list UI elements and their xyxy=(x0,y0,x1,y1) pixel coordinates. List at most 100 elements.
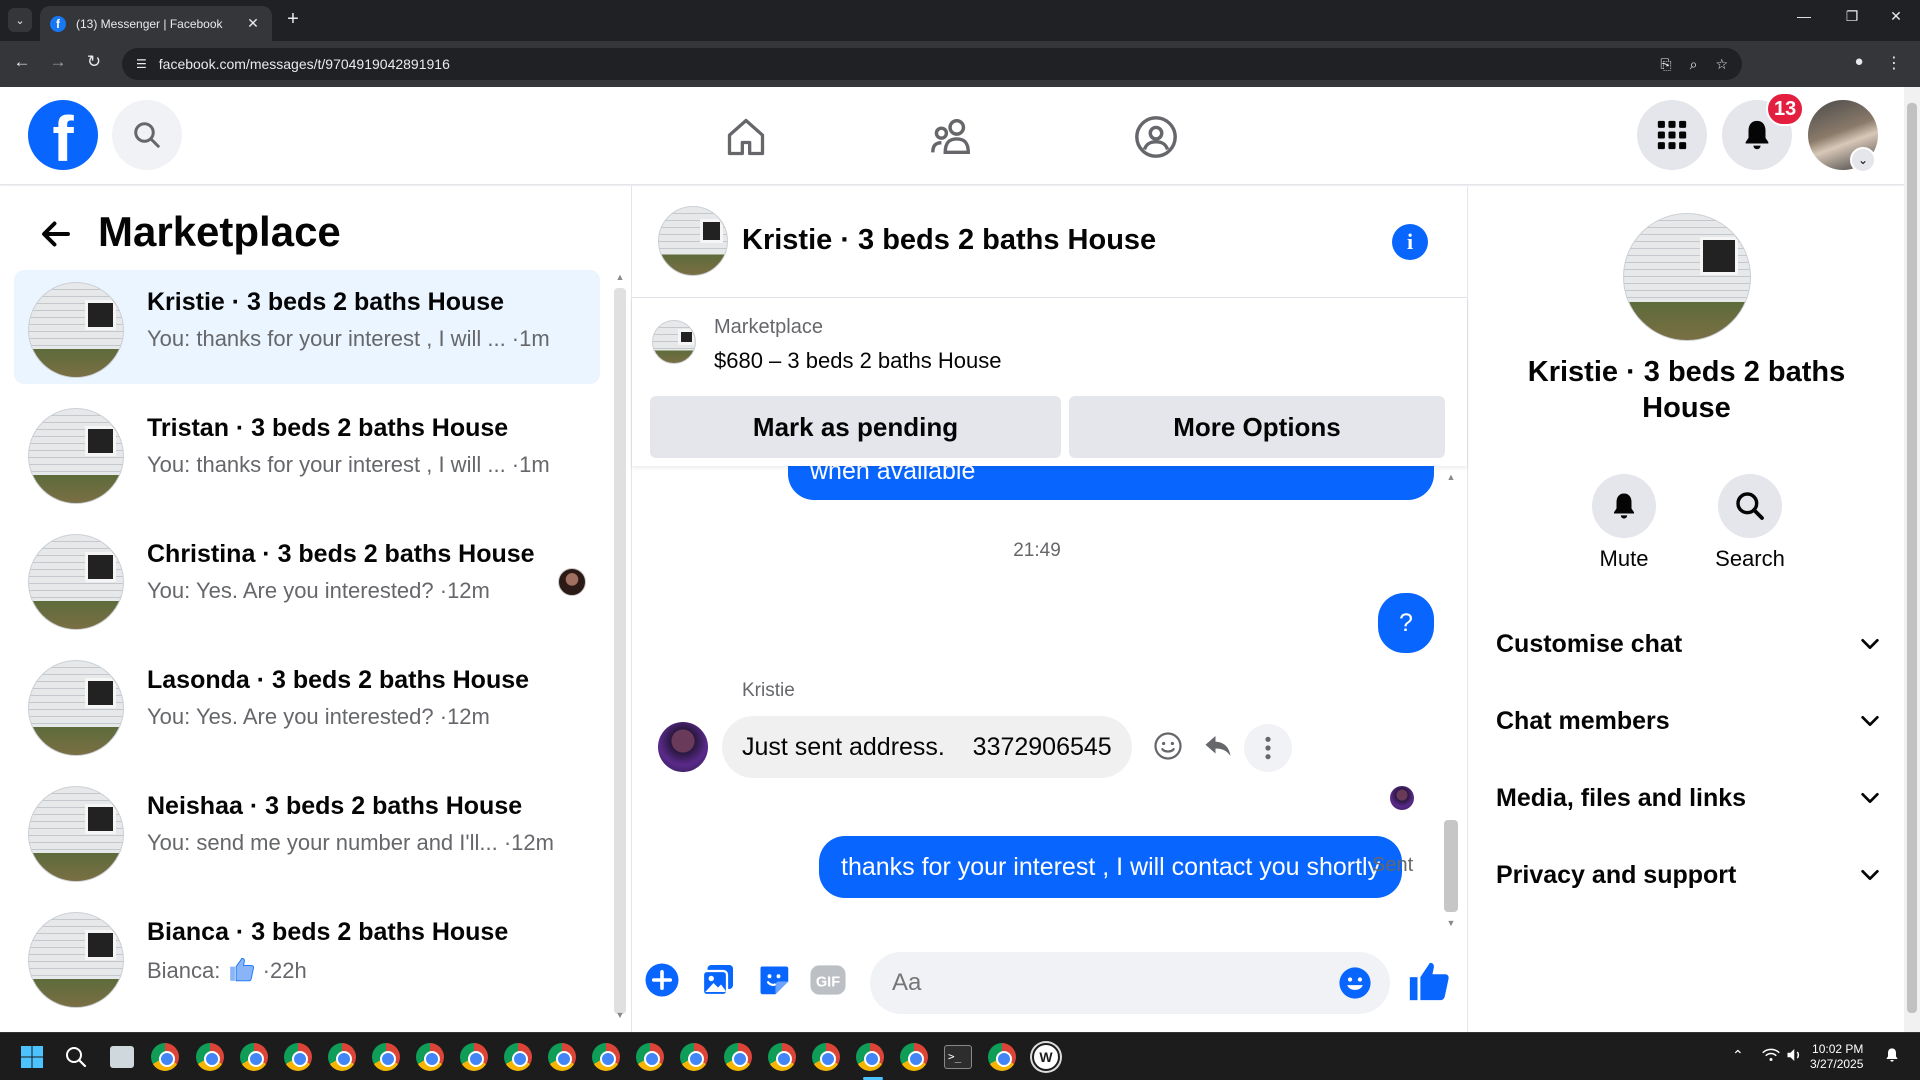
mark-as-pending-button[interactable]: Mark as pending xyxy=(650,396,1061,458)
chrome-taskbar-icon[interactable] xyxy=(196,1043,224,1071)
sender-avatar[interactable] xyxy=(658,722,708,772)
back-icon[interactable]: ← xyxy=(10,52,34,72)
scrollbar-thumb[interactable] xyxy=(1907,103,1917,1013)
volume-icon[interactable] xyxy=(1786,1047,1804,1066)
facebook-logo-icon[interactable]: f xyxy=(28,100,98,170)
minimize-icon[interactable]: — xyxy=(1784,8,1824,24)
conversation-item[interactable]: Neishaa · 3 beds 2 baths House You: send… xyxy=(14,774,600,888)
outgoing-message-bubble[interactable]: thanks for your interest , I will contac… xyxy=(819,836,1403,898)
search-in-chat-button[interactable]: Search xyxy=(1700,474,1800,572)
sticker-icon[interactable] xyxy=(754,960,794,1000)
friends-icon[interactable] xyxy=(921,107,981,167)
conversation-item[interactable]: Tristan · 3 beds 2 baths House You: than… xyxy=(14,396,600,510)
chat-info-avatar[interactable] xyxy=(1623,213,1751,341)
wordpress-taskbar-icon[interactable]: W xyxy=(1032,1043,1060,1071)
message-input[interactable] xyxy=(870,952,1390,1014)
new-tab-icon[interactable]: + xyxy=(282,8,304,31)
scrollbar-thumb[interactable] xyxy=(1444,820,1458,912)
browser-tab[interactable]: f (13) Messenger | Facebook ✕ xyxy=(40,6,272,41)
account-chevron-down-icon[interactable]: ⌄ xyxy=(1850,147,1876,173)
conversation-list-scrollbar[interactable]: ▲ ▼ xyxy=(614,272,626,1024)
scroll-up-icon[interactable]: ▲ xyxy=(614,272,626,282)
chrome-taskbar-icon[interactable] xyxy=(372,1043,400,1071)
chat-avatar[interactable] xyxy=(658,206,728,276)
tab-search-chevron-icon[interactable]: ⌄ xyxy=(8,8,32,32)
conversation-item[interactable]: Kristie · 3 beds 2 baths House You: than… xyxy=(14,270,600,384)
conversation-item[interactable]: Bianca · 3 beds 2 baths House Bianca: ·2… xyxy=(14,900,600,1014)
notification-bell-icon[interactable] xyxy=(1884,1047,1900,1066)
info-icon[interactable]: i xyxy=(1392,224,1428,260)
terminal-taskbar-icon[interactable]: >_ xyxy=(944,1045,972,1069)
reply-icon[interactable] xyxy=(1194,722,1242,770)
scroll-down-icon[interactable]: ▼ xyxy=(1444,918,1458,928)
customise-chat-section[interactable]: Customise chat xyxy=(1496,616,1881,672)
scrollbar-thumb[interactable] xyxy=(614,288,626,1014)
chrome-taskbar-icon[interactable] xyxy=(636,1043,664,1071)
chrome-taskbar-icon[interactable] xyxy=(328,1043,356,1071)
back-arrow-icon[interactable] xyxy=(38,216,74,252)
chrome-taskbar-icon[interactable] xyxy=(988,1043,1016,1071)
chrome-taskbar-icon[interactable] xyxy=(724,1043,752,1071)
chrome-taskbar-icon[interactable] xyxy=(284,1043,312,1071)
browser-profile-icon[interactable]: ● xyxy=(1848,53,1870,75)
install-app-icon[interactable]: ⎘ xyxy=(1660,56,1671,73)
chrome-taskbar-icon[interactable] xyxy=(416,1043,444,1071)
browser-menu-icon[interactable]: ⋮ xyxy=(1884,53,1904,75)
scroll-up-icon[interactable]: ▲ xyxy=(1444,472,1458,482)
show-hidden-icons-chevron-icon[interactable]: ⌃ xyxy=(1732,1047,1744,1064)
incoming-message-bubble[interactable]: Just sent address. 3372906545 xyxy=(722,716,1132,778)
chrome-taskbar-icon[interactable] xyxy=(548,1043,576,1071)
groups-icon[interactable] xyxy=(1126,107,1186,167)
url-field[interactable]: ☰ facebook.com/messages/t/97049190428919… xyxy=(122,48,1742,80)
chrome-taskbar-icon[interactable] xyxy=(240,1043,268,1071)
plus-circle-icon[interactable] xyxy=(642,960,682,1000)
chrome-taskbar-icon[interactable] xyxy=(768,1043,796,1071)
conversation-item[interactable]: Christina · 3 beds 2 baths House You: Ye… xyxy=(14,522,600,636)
outgoing-message-bubble[interactable]: ? xyxy=(1378,593,1434,653)
photo-gallery-icon[interactable] xyxy=(698,960,738,1000)
more-options-button[interactable]: More Options xyxy=(1069,396,1445,458)
chrome-taskbar-icon[interactable] xyxy=(680,1043,708,1071)
wifi-icon[interactable] xyxy=(1762,1047,1780,1066)
task-view-icon[interactable] xyxy=(110,1046,134,1068)
listing-thumbnail[interactable] xyxy=(652,320,696,364)
chrome-taskbar-icon[interactable] xyxy=(151,1043,179,1071)
chrome-taskbar-icon[interactable] xyxy=(856,1043,884,1071)
page-scrollbar[interactable] xyxy=(1904,87,1920,1032)
chat-title[interactable]: Kristie · 3 beds 2 baths House xyxy=(742,224,1156,257)
window-close-icon[interactable]: ✕ xyxy=(1876,8,1916,25)
reload-icon[interactable]: ↻ xyxy=(82,52,106,72)
zoom-icon[interactable]: ⌕ xyxy=(1690,56,1698,73)
chat-scrollbar[interactable]: ▲ ▼ xyxy=(1444,472,1458,930)
site-info-icon[interactable]: ☰ xyxy=(136,57,147,71)
taskbar-clock[interactable]: 10:02 PM 3/27/2025 xyxy=(1810,1042,1863,1072)
privacy-support-section[interactable]: Privacy and support xyxy=(1496,847,1881,903)
chrome-taskbar-icon[interactable] xyxy=(592,1043,620,1071)
bell-icon[interactable] xyxy=(1592,474,1656,538)
windows-start-icon[interactable] xyxy=(20,1045,44,1069)
thumbs-up-send-icon[interactable] xyxy=(1406,958,1452,1004)
home-icon[interactable] xyxy=(716,107,776,167)
menu-grid-icon[interactable] xyxy=(1637,100,1707,170)
chrome-taskbar-icon[interactable] xyxy=(900,1043,928,1071)
conversation-item[interactable]: Lasonda · 3 beds 2 baths House You: Yes.… xyxy=(14,648,600,762)
search-icon[interactable] xyxy=(112,100,182,170)
tab-close-icon[interactable]: ✕ xyxy=(244,15,262,32)
more-actions-icon[interactable] xyxy=(1244,724,1292,772)
chrome-taskbar-icon[interactable] xyxy=(504,1043,532,1071)
outgoing-message-bubble[interactable]: when available xyxy=(788,466,1434,500)
media-files-links-section[interactable]: Media, files and links xyxy=(1496,770,1881,826)
chrome-taskbar-icon[interactable] xyxy=(460,1043,488,1071)
react-emoji-icon[interactable] xyxy=(1144,722,1192,770)
forward-icon[interactable]: → xyxy=(46,52,70,72)
emoji-icon[interactable] xyxy=(1338,966,1372,1000)
mute-button[interactable]: Mute xyxy=(1574,474,1674,572)
chat-members-section[interactable]: Chat members xyxy=(1496,693,1881,749)
bookmark-star-icon[interactable]: ☆ xyxy=(1715,56,1728,73)
restore-icon[interactable]: ❐ xyxy=(1832,8,1872,25)
gif-icon[interactable]: GIF xyxy=(808,960,848,1000)
search-icon[interactable] xyxy=(1718,474,1782,538)
chrome-taskbar-icon[interactable] xyxy=(812,1043,840,1071)
scroll-down-icon[interactable]: ▼ xyxy=(614,1010,626,1020)
listing-detail[interactable]: $680 – 3 beds 2 baths House xyxy=(714,348,1001,374)
